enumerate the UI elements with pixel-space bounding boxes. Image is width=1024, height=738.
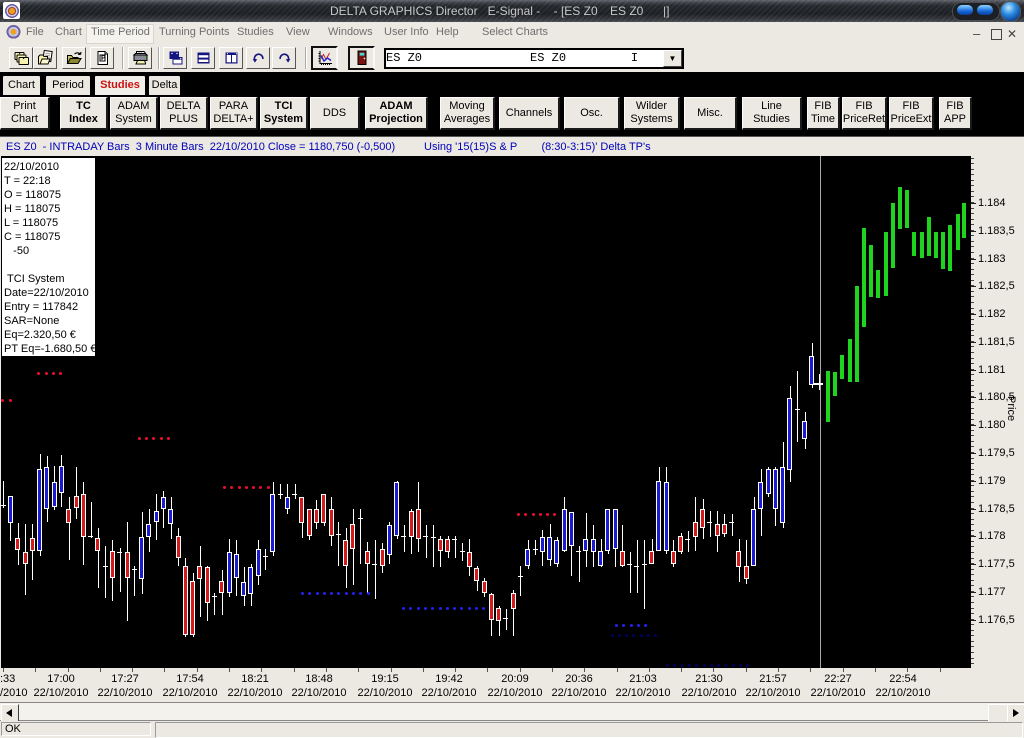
- svg-text:P: P: [101, 55, 106, 62]
